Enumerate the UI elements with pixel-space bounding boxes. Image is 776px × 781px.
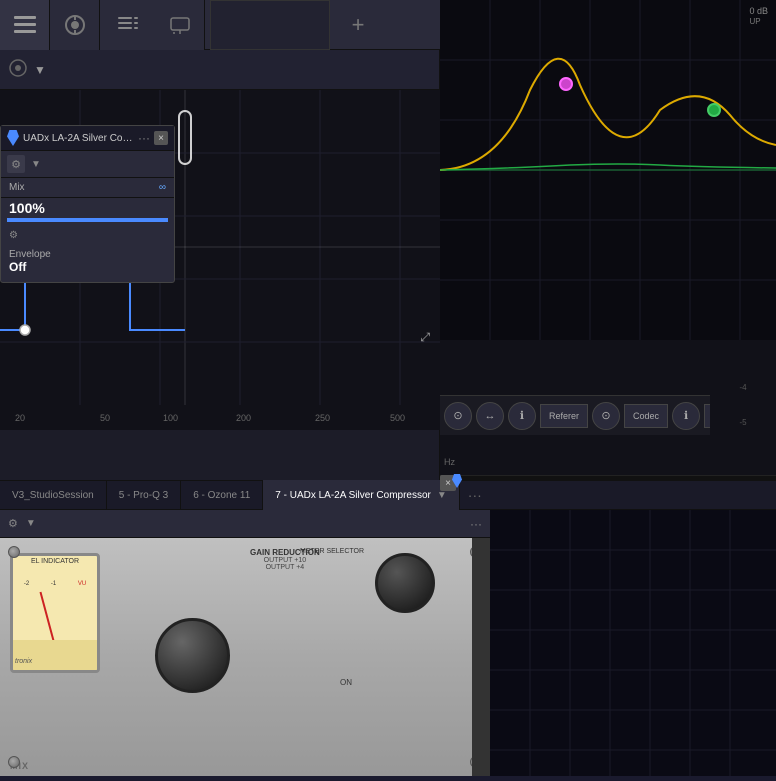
compare-icon: ⊙ — [453, 409, 462, 422]
codec-round-button[interactable]: ⊙ — [592, 402, 620, 430]
bottom-right-panel — [490, 510, 776, 776]
capsule-handle[interactable] — [178, 110, 192, 165]
db-minus5: -5 — [739, 418, 746, 427]
eq-canvas: 0 dB UP — [440, 0, 776, 340]
eq-bottom-sep — [440, 475, 776, 481]
vu-label-top: EL INDICATOR — [13, 558, 97, 565]
x-label-250: 250 — [315, 413, 330, 423]
x-label-50: 50 — [100, 413, 110, 423]
tab-la2a-dropdown[interactable]: ▼ — [437, 490, 447, 501]
flip-button[interactable]: ↔ — [476, 402, 504, 430]
add-button[interactable]: + — [338, 5, 378, 45]
link-icon[interactable]: ∞ — [159, 182, 166, 193]
db-value: 0 dB — [749, 6, 768, 16]
db-label: 0 dB UP — [749, 6, 768, 26]
chain-icon — [8, 58, 28, 81]
plugin-mix-row: Mix ∞ — [1, 178, 174, 198]
sync-icon[interactable] — [50, 0, 100, 50]
mix-bar-container — [7, 218, 168, 222]
on-text: ON — [340, 678, 352, 687]
small-gear-icon[interactable]: ⚙ — [9, 230, 18, 241]
x-label-200: 200 — [236, 413, 251, 423]
hz-text: Hz — [444, 457, 455, 467]
mix-value: 100% — [1, 198, 174, 218]
tab-ozone[interactable]: 6 - Ozone 11 — [181, 480, 263, 510]
vu-meter: EL INDICATOR -2-1VU tronix — [10, 553, 100, 673]
hamburger-icon[interactable] — [0, 0, 50, 50]
meter-selector-label: METER SELECTOR — [300, 548, 364, 555]
tab-studio-session[interactable]: V3_StudioSession — [0, 480, 107, 510]
plugin-pin-icon — [7, 130, 19, 146]
vu-scale — [13, 640, 97, 670]
tab-proq3-label: 5 - Pro-Q 3 — [119, 490, 168, 501]
plugin-toolbar: ⚙ ▼ — [1, 151, 174, 178]
plugin-popup-dots[interactable]: ··· — [138, 131, 150, 145]
meter-selector: METER SELECTOR — [300, 548, 364, 555]
tab-la2a[interactable]: 7 - UADx LA-2A Silver Compressor ▼ — [263, 480, 460, 510]
info-icon-1: ℹ — [520, 409, 524, 422]
reference-label: Referer — [549, 411, 579, 421]
plugin-tool-gear-icon[interactable]: ⚙ — [8, 517, 18, 530]
la2a-plugin-panel: EL INDICATOR -2-1VU tronix GAIN REDUCTIO… — [0, 510, 490, 776]
plugin-tool-row: ⚙ ▼ ··· — [0, 510, 490, 538]
bottom-right-grid — [490, 510, 776, 776]
output-plus4: OUTPUT +4 — [250, 564, 320, 571]
tab-more[interactable]: ··· — [460, 487, 490, 503]
x-label-20: 20 — [15, 413, 25, 423]
envelope-label: Envelope — [9, 249, 166, 260]
vu-brand: tronix — [15, 658, 32, 665]
screw-bl — [8, 756, 20, 768]
x-label-100: 100 — [163, 413, 178, 423]
la2a-gain-reduction-knob[interactable] — [375, 553, 435, 613]
codec-round-icon: ⊙ — [601, 409, 610, 422]
plugin-popup-title: UADx LA-2A Silver Compre... — [23, 133, 134, 144]
vu-numbers: -2-1VU — [13, 581, 97, 587]
chain-dropdown-arrow: ▼ — [34, 63, 46, 77]
plugin-gear-row: ⚙ — [1, 226, 174, 245]
plugin-tool-dropdown[interactable]: ▼ — [26, 518, 36, 529]
chain-dropdown[interactable]: ▼ — [34, 63, 46, 77]
la2a-body: EL INDICATOR -2-1VU tronix GAIN REDUCTIO… — [0, 538, 490, 776]
tab-la2a-label: 7 - UADx LA-2A Silver Compressor — [275, 490, 431, 501]
output-plus10: OUTPUT +10 — [250, 557, 320, 564]
plugin-popup: UADx LA-2A Silver Compre... ··· × ⚙ ▼ Mi… — [0, 125, 175, 283]
chain-row: ▼ — [0, 50, 439, 90]
envelope-section: Envelope Off — [1, 245, 174, 282]
list-icon[interactable] — [100, 0, 155, 50]
plugin-popup-close[interactable]: × — [154, 131, 168, 145]
screen-icon[interactable] — [155, 0, 205, 50]
plugin-popup-header: UADx LA-2A Silver Compre... ··· × — [1, 126, 174, 151]
eq-grid-svg — [440, 0, 776, 340]
tabs-row: V3_StudioSession 5 - Pro-Q 3 6 - Ozone 1… — [0, 480, 776, 510]
codec-label: Codec — [633, 411, 659, 421]
la2a-side-strip — [472, 538, 490, 776]
flip-icon: ↔ — [485, 410, 496, 422]
db-minus4: -4 — [739, 383, 746, 392]
empty-slot — [210, 0, 330, 50]
dither-round-button[interactable]: ℹ — [672, 402, 700, 430]
la2a-input-knob[interactable] — [155, 618, 230, 693]
reference-button[interactable]: Referer — [540, 404, 588, 428]
plugin-tool-dots[interactable]: ··· — [470, 517, 482, 531]
tab-proq3[interactable]: 5 - Pro-Q 3 — [107, 480, 181, 510]
x-axis: 20 50 100 200 250 500 — [0, 405, 440, 430]
tab-studio-session-label: V3_StudioSession — [12, 490, 94, 501]
compare-button[interactable]: ⊙ — [444, 402, 472, 430]
info-button-1[interactable]: ℹ — [508, 402, 536, 430]
hz-label: Hz — [440, 455, 459, 469]
envelope-value: Off — [9, 260, 166, 274]
plugin-arrow-button[interactable]: ▼ — [29, 157, 43, 171]
tab-ozone-label: 6 - Ozone 11 — [193, 490, 250, 501]
plugin-gear-button[interactable]: ⚙ — [7, 155, 25, 173]
db-up: UP — [749, 17, 760, 26]
on-label: ON — [340, 678, 352, 687]
mix-label: Mix — [9, 182, 159, 193]
db-axis: -4 -5 — [710, 370, 776, 440]
dither-round-icon: ℹ — [684, 409, 688, 422]
screw-tl — [8, 546, 20, 558]
expand-icon[interactable]: ⤢ — [420, 330, 430, 345]
x-label-500: 500 — [390, 413, 405, 423]
mix-bar — [7, 218, 168, 222]
codec-button[interactable]: Codec — [624, 404, 668, 428]
